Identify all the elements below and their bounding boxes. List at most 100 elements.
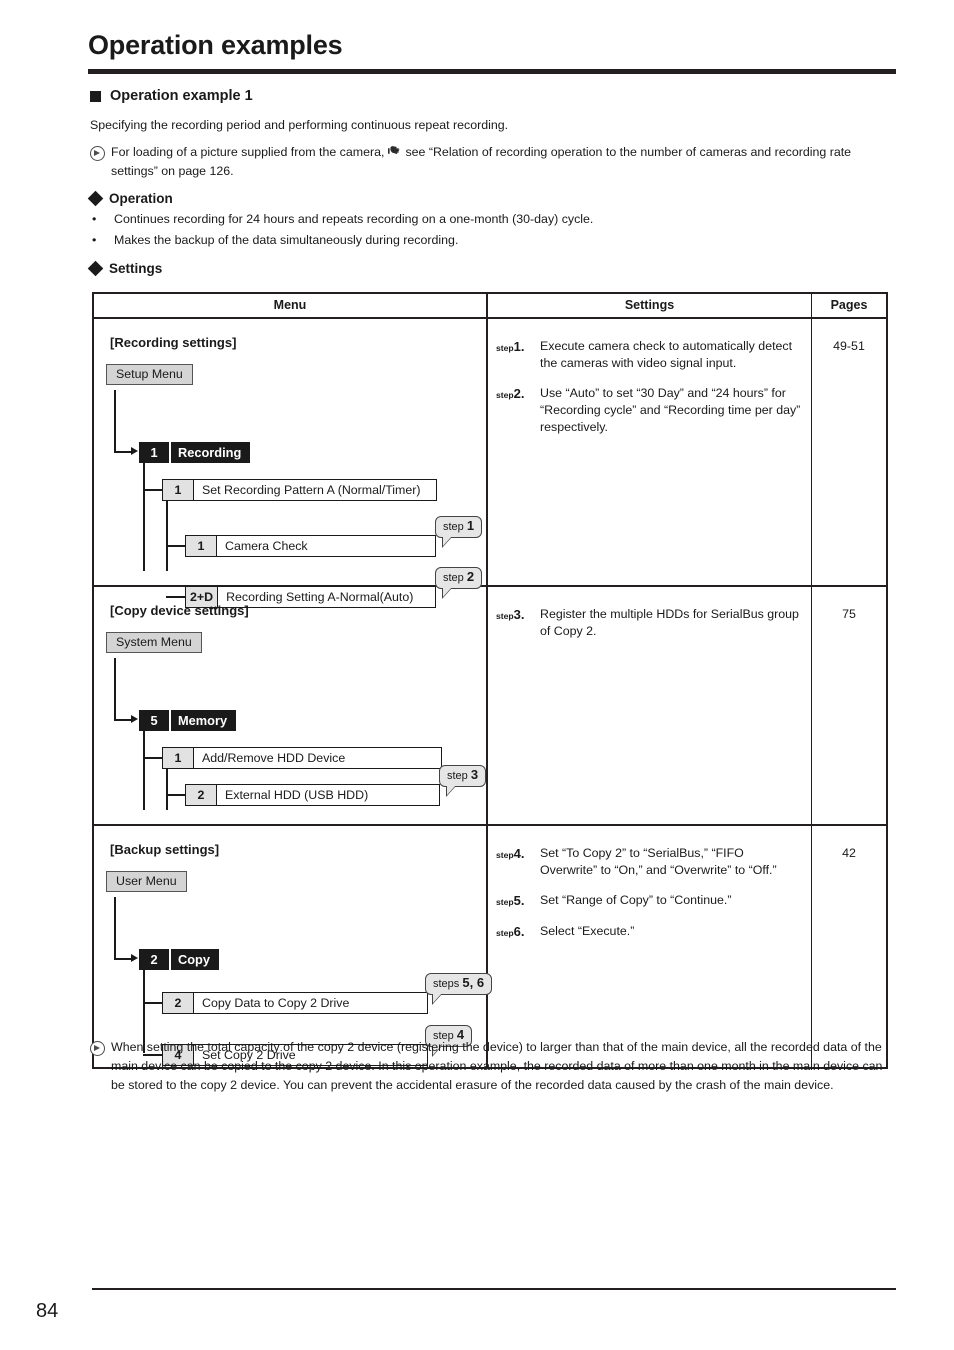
settings-cell: step3. Register the multiple HDDs for Se… bbox=[488, 587, 812, 824]
note-top: For loading of a picture supplied from t… bbox=[90, 143, 896, 181]
menu-node-label: Copy bbox=[171, 949, 219, 970]
pages-cell: 75 bbox=[812, 587, 886, 824]
section-intro: Specifying the recording period and perf… bbox=[90, 118, 509, 132]
menu-node[interactable]: 5 Memory bbox=[139, 710, 237, 731]
step-text: Register the multiple HDDs for SerialBus… bbox=[540, 607, 799, 639]
menu-section-title: [Backup settings] bbox=[110, 842, 220, 857]
page-number: 84 bbox=[36, 1300, 59, 1322]
step-text: Select “Execute.” bbox=[540, 924, 635, 939]
menu-flow-diagram: User Menu 2 Copy 2 Copy Data to Copy 2 D… bbox=[94, 857, 493, 1067]
menu-flow-diagram: System Menu 5 Memory 1 Add/Remove HDD De… bbox=[94, 618, 487, 824]
menu-node[interactable]: 1 Recording bbox=[139, 442, 251, 463]
connector-line bbox=[166, 545, 186, 547]
connector-line bbox=[114, 451, 132, 453]
settings-cell: step1. Execute camera check to automatic… bbox=[488, 319, 812, 585]
step-callout-value: 5, 6 bbox=[462, 975, 485, 990]
pages-cell: 49-51 bbox=[812, 319, 886, 585]
step-number: 2. bbox=[513, 386, 525, 402]
step-key: step3. bbox=[496, 606, 540, 640]
footer-rule bbox=[92, 1288, 896, 1290]
step-item: step6. Select “Execute.” bbox=[496, 923, 801, 941]
menu-item-box[interactable]: 2 External HDD (USB HDD) bbox=[185, 784, 440, 806]
menu-item-label: Set Recording Pattern A (Normal/Timer) bbox=[202, 483, 421, 497]
connector-line bbox=[166, 501, 168, 571]
menu-section-title: [Recording settings] bbox=[110, 335, 237, 350]
operation-heading-label: Operation bbox=[109, 191, 173, 206]
menu-item-box[interactable]: 1 Set Recording Pattern A (Normal/Timer) bbox=[162, 479, 437, 501]
menu-cell: [Backup settings] User Menu 2 Copy 2 Cop… bbox=[94, 826, 493, 1067]
step-callout-value: 1 bbox=[466, 518, 475, 533]
section-heading-label: Operation example 1 bbox=[110, 88, 253, 104]
step-item: step1. Execute camera check to automatic… bbox=[496, 338, 801, 372]
menu-item-number: 1 bbox=[163, 480, 194, 500]
section-heading: Operation example 1 bbox=[90, 88, 253, 104]
step-word: step bbox=[496, 390, 514, 401]
filled-diamond-icon bbox=[87, 260, 104, 277]
table-row: [Copy device settings] System Menu 5 Mem… bbox=[94, 587, 886, 826]
menu-item-label: Add/Remove HDD Device bbox=[202, 751, 346, 765]
settings-step-list: step4. Set “To Copy 2” to “SerialBus,” “… bbox=[488, 826, 811, 941]
arrow-icon bbox=[131, 954, 138, 962]
connector-line bbox=[114, 719, 132, 721]
pages-cell: 42 bbox=[812, 826, 886, 1067]
root-menu-button[interactable]: User Menu bbox=[106, 871, 187, 892]
title-rule bbox=[88, 69, 896, 74]
step-key: step6. bbox=[496, 923, 540, 941]
connector-line bbox=[166, 794, 186, 796]
operation-bullet-list: • Continues recording for 24 hours and r… bbox=[92, 212, 593, 254]
pages-value: 75 bbox=[842, 607, 856, 621]
document-page: Operation examples Operation example 1 S… bbox=[0, 0, 954, 1350]
step-text: Execute camera check to automatically de… bbox=[540, 339, 793, 371]
step-callout: step 1 bbox=[435, 516, 483, 548]
arrow-icon bbox=[131, 715, 138, 723]
menu-item-number: 1 bbox=[186, 536, 217, 556]
step-callout: step 3 bbox=[439, 765, 487, 797]
list-item: • Makes the backup of the data simultane… bbox=[92, 233, 593, 247]
pages-value: 42 bbox=[842, 846, 856, 860]
connector-line bbox=[114, 658, 116, 720]
step-key: step4. bbox=[496, 845, 540, 879]
menu-node-label: Recording bbox=[171, 442, 251, 463]
connector-line bbox=[143, 463, 145, 571]
step-text: Set “To Copy 2” to “SerialBus,” “FIFO Ov… bbox=[540, 846, 777, 878]
step-item: step5. Set “Range of Copy” to “Continue.… bbox=[496, 892, 801, 910]
menu-item-number: 2 bbox=[186, 785, 217, 805]
connector-line bbox=[143, 1002, 163, 1004]
pages-value: 49-51 bbox=[833, 339, 865, 353]
pointing-hand-icon bbox=[387, 145, 402, 157]
settings-heading-label: Settings bbox=[109, 261, 163, 276]
table-header-row: Menu Settings Pages bbox=[94, 294, 886, 319]
list-item-label: Makes the backup of the data simultaneou… bbox=[114, 233, 459, 247]
step-word: step bbox=[496, 850, 514, 860]
menu-item-number: 2 bbox=[163, 993, 194, 1013]
step-item: step3. Register the multiple HDDs for Se… bbox=[496, 606, 801, 640]
connector-line bbox=[114, 958, 132, 960]
menu-node[interactable]: 2 Copy bbox=[139, 949, 219, 970]
step-callout-word: step bbox=[443, 521, 464, 533]
step-word: step bbox=[496, 897, 514, 908]
settings-table: Menu Settings Pages [Recording settings]… bbox=[92, 292, 888, 1069]
menu-item-box[interactable]: 1 Camera Check bbox=[185, 535, 436, 557]
root-menu-button[interactable]: Setup Menu bbox=[106, 364, 193, 385]
root-menu-button[interactable]: System Menu bbox=[106, 632, 202, 653]
column-header-settings: Settings bbox=[488, 294, 812, 317]
step-word: step bbox=[496, 343, 514, 353]
note-top-text: For loading of a picture supplied from t… bbox=[111, 143, 896, 181]
menu-item-box[interactable]: 2 Copy Data to Copy 2 Drive bbox=[162, 992, 428, 1014]
filled-diamond-icon bbox=[87, 190, 104, 207]
step-word: step bbox=[496, 928, 514, 939]
menu-item-label: External HDD (USB HDD) bbox=[225, 788, 369, 802]
list-item: • Continues recording for 24 hours and r… bbox=[92, 212, 593, 226]
connector-line bbox=[143, 731, 145, 810]
note-bottom-text: When setting the total capacity of the c… bbox=[111, 1040, 883, 1093]
connector-line bbox=[114, 390, 116, 452]
menu-flow-diagram: Setup Menu 1 Recording 1 Set Recording P… bbox=[94, 350, 486, 608]
menu-item-number: 1 bbox=[163, 748, 194, 768]
menu-node-number: 5 bbox=[139, 710, 169, 731]
step-item: step2. Use “Auto” to set “30 Day” and “2… bbox=[496, 385, 801, 436]
connector-line bbox=[143, 757, 163, 759]
menu-item-box[interactable]: 1 Add/Remove HDD Device bbox=[162, 747, 442, 769]
menu-section-title: [Copy device settings] bbox=[110, 603, 249, 618]
step-callout: steps 5, 6 bbox=[425, 973, 493, 1005]
page-title: Operation examples bbox=[88, 30, 343, 60]
